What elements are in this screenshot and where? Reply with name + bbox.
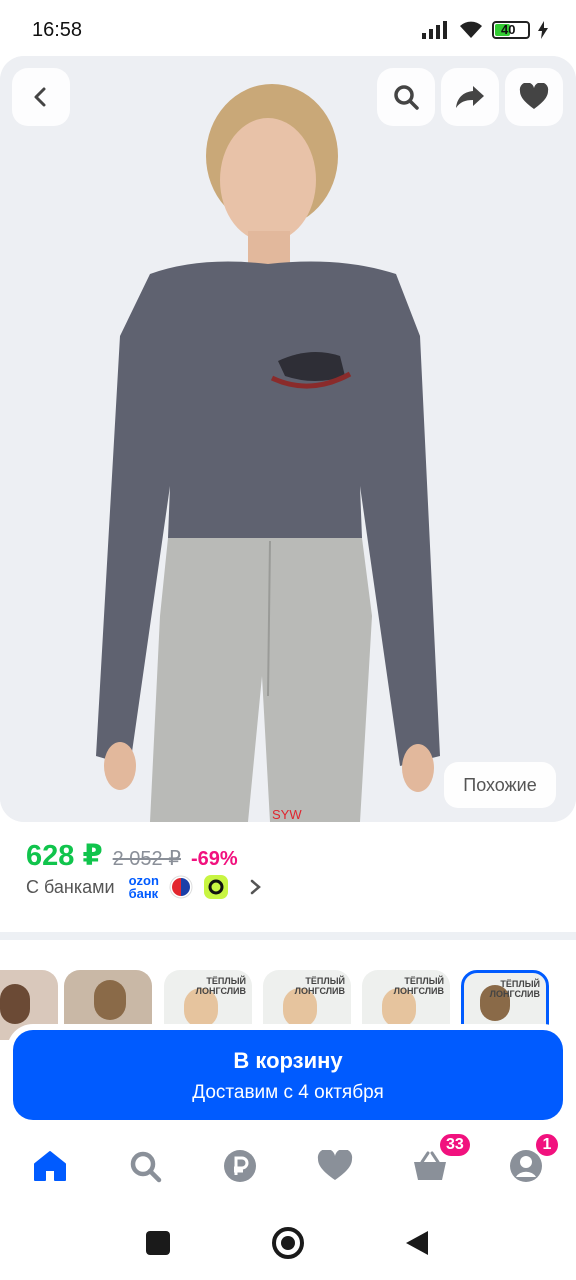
color-thumbnails: ТЁПЛЫЙ ЛОНГСЛИВ ТЁПЛЫЙ ЛОНГСЛИВ ТЁПЛЫЙ ЛОНГ…	[0, 940, 576, 1040]
ozon-logo-line2: банк	[128, 886, 159, 901]
profile-badge: 1	[534, 1132, 560, 1158]
delivery-date-label: Доставим с 4 октября	[192, 1082, 384, 1103]
system-navigation-bar	[0, 1210, 576, 1280]
add-to-cart-label: В корзину	[233, 1048, 343, 1073]
favorite-button[interactable]	[505, 68, 563, 126]
signal-icon	[422, 21, 447, 39]
brand-mark: SYW	[272, 807, 302, 822]
thumbnail-promo-text: ТЁПЛЫЙ ЛОНГСЛИВ	[294, 976, 345, 996]
ruble-icon	[224, 1150, 256, 1182]
battery-level: 40	[501, 22, 516, 37]
share-icon	[456, 86, 484, 108]
add-to-cart-button[interactable]: В корзину Доставим с 4 октября	[13, 1030, 563, 1120]
thumbnail-promo-text: ТЁПЛЫЙ ЛОНГСЛИВ	[489, 979, 540, 999]
status-bar: 16:58 40	[0, 0, 576, 58]
heart-icon	[317, 1150, 353, 1180]
section-divider	[0, 932, 576, 940]
search-button[interactable]	[377, 68, 435, 126]
heart-icon	[519, 83, 549, 109]
share-button[interactable]	[441, 68, 499, 126]
search-icon	[130, 1151, 162, 1183]
status-icons: 40	[422, 20, 548, 40]
bank-label: С банками	[26, 876, 115, 897]
cashback-bank-icon	[203, 875, 228, 899]
home-system-button[interactable]	[272, 1227, 304, 1259]
sbp-bank-icon	[169, 875, 193, 899]
discount-badge: -69%	[190, 848, 238, 870]
price-row: 628 ₽ 2 052 ₽ -69%	[26, 838, 238, 873]
status-time: 16:58	[32, 19, 83, 41]
back-icon	[34, 87, 46, 107]
battery-icon: 40	[492, 21, 530, 39]
ozon-bank-logo: ozon банк	[129, 874, 159, 900]
nav-home[interactable]	[30, 1146, 70, 1186]
nav-favorites[interactable]	[315, 1146, 355, 1186]
bank-offer-row[interactable]: С банками ozon банк	[26, 874, 263, 900]
back-button[interactable]	[12, 68, 70, 126]
nav-cart[interactable]: 33	[410, 1132, 472, 1186]
thumbnail-promo-text: ТЁПЛЫЙ ЛОНГСЛИВ	[195, 976, 246, 996]
nav-finance[interactable]	[220, 1146, 260, 1186]
nav-search[interactable]	[125, 1146, 165, 1186]
home-icon	[34, 1151, 66, 1181]
bottom-navigation: 33 1	[0, 1120, 576, 1210]
current-price: 628 ₽	[26, 840, 103, 872]
old-price: 2 052 ₽	[112, 848, 181, 870]
recent-apps-button[interactable]	[146, 1231, 170, 1255]
product-photo	[0, 56, 576, 822]
search-icon	[394, 85, 419, 110]
nav-profile[interactable]: 1	[506, 1132, 560, 1186]
wifi-icon	[460, 21, 482, 38]
cart-badge: 33	[438, 1132, 472, 1158]
back-system-button[interactable]	[404, 1229, 430, 1257]
product-image[interactable]: Похожие SYW	[0, 56, 576, 822]
price-card: 628 ₽ 2 052 ₽ -69% С банками ozon банк	[0, 822, 576, 932]
similar-button[interactable]: Похожие	[444, 762, 556, 808]
chevron-right-icon	[250, 879, 261, 895]
charging-icon	[538, 21, 548, 39]
thumbnail-promo-text: ТЁПЛЫЙ ЛОНГСЛИВ	[393, 976, 444, 996]
